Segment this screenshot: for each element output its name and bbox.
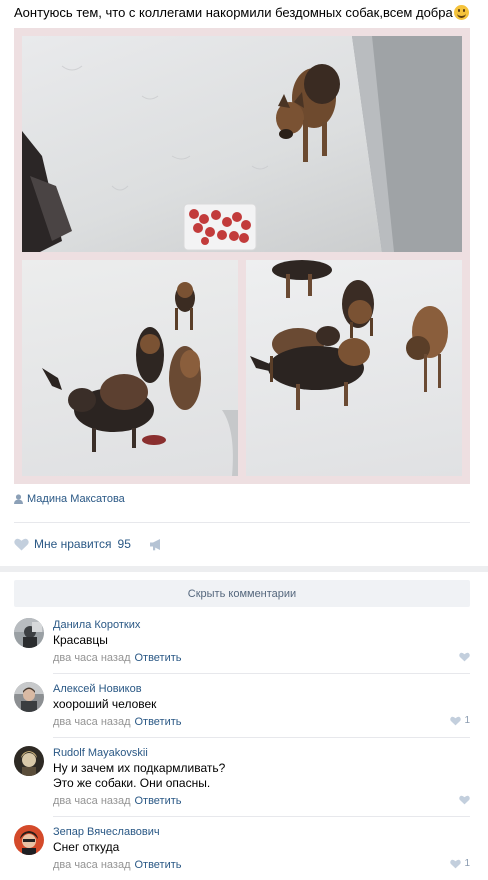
comment-time[interactable]: два часа назад [53,652,130,664]
comment-time[interactable]: два часа назад [53,716,130,728]
comment-meta: два часа назад Ответить [53,794,470,808]
comment-like-count: 1 [464,858,470,869]
avatar[interactable] [14,825,44,855]
comment-text-line: Снег откуда [53,840,120,854]
comment-meta: два часа назад Ответить [53,858,470,872]
heart-icon [450,859,462,868]
post-text-body: Аонтуюсь тем, что с коллегами накормили … [14,5,453,20]
heart-icon[interactable] [14,538,29,551]
comment-text: Снег откуда [53,840,470,855]
reply-button[interactable]: Ответить [134,716,181,728]
section-gap [0,566,488,572]
comment-text: хоороший человек [53,697,470,712]
comment-like-button[interactable]: 1 [450,715,470,726]
avatar[interactable] [14,746,44,776]
like-count: 95 [117,537,131,551]
avatar[interactable] [14,618,44,648]
comment-item: Rudolf Mayakovskii Ну и зачем их подкарм… [14,746,470,808]
comment-like-button[interactable] [459,795,470,805]
comment-item: Зепар Вячеславович Снег откуда два часа … [14,825,470,873]
divider [14,522,470,523]
comment-text-line: Это же собаки. Они опасны. [53,776,211,790]
comment-time[interactable]: два часа назад [53,795,130,807]
like-button-label[interactable]: Мне нравится [34,537,112,551]
reply-button[interactable]: Ответить [134,652,181,664]
reply-button[interactable]: Ответить [134,859,181,871]
photo-author-name[interactable]: Мадина Максатова [27,493,125,505]
avatar[interactable] [14,682,44,712]
comment-author[interactable]: Зепар Вячеславович [53,825,470,839]
divider [53,673,470,674]
photo-dogs-eating[interactable] [22,260,238,476]
photo-dog-and-food[interactable] [22,36,462,252]
comment-meta: два часа назад Ответить [53,715,470,729]
photo-collage [14,28,470,484]
post-actions: Мне нравится 95 [14,536,163,552]
heart-icon [450,716,462,725]
reply-button[interactable]: Ответить [134,795,181,807]
divider [53,737,470,738]
post-text: Аонтуюсь тем, что с коллегами накормили … [14,4,474,21]
smiling-face-emoji-icon [453,5,469,20]
photo-dogs-group[interactable] [246,260,462,476]
comment-meta: два часа назад Ответить [53,651,470,665]
comment-author[interactable]: Данила Коротких [53,618,470,632]
comment-author[interactable]: Алексей Новиков [53,682,470,696]
comment-like-count: 1 [464,715,470,726]
megaphone-icon[interactable] [149,538,163,551]
comment-text-line: хоороший человек [53,697,157,711]
heart-icon [459,652,470,662]
comment-text: Ну и зачем их подкармливать? Это же соба… [53,761,470,791]
comment-like-button[interactable] [459,652,470,662]
comment-like-button[interactable]: 1 [450,858,470,869]
comment-time[interactable]: два часа назад [53,859,130,871]
hide-comments-button[interactable]: Скрыть комментарии [14,580,470,607]
comment-text-line: Ну и зачем их подкармливать? [53,761,226,775]
photo-author[interactable]: Мадина Максатова [14,492,125,506]
comment-item: Данила Коротких Красавцы два часа назад О… [14,618,470,666]
comment-author[interactable]: Rudolf Mayakovskii [53,746,470,760]
comment-item: Алексей Новиков хоороший человек два час… [14,682,470,730]
comment-text-line: Красавцы [53,633,108,647]
divider [53,816,470,817]
comment-text: Красавцы [53,633,470,648]
heart-icon [459,795,470,805]
user-icon [14,494,23,504]
